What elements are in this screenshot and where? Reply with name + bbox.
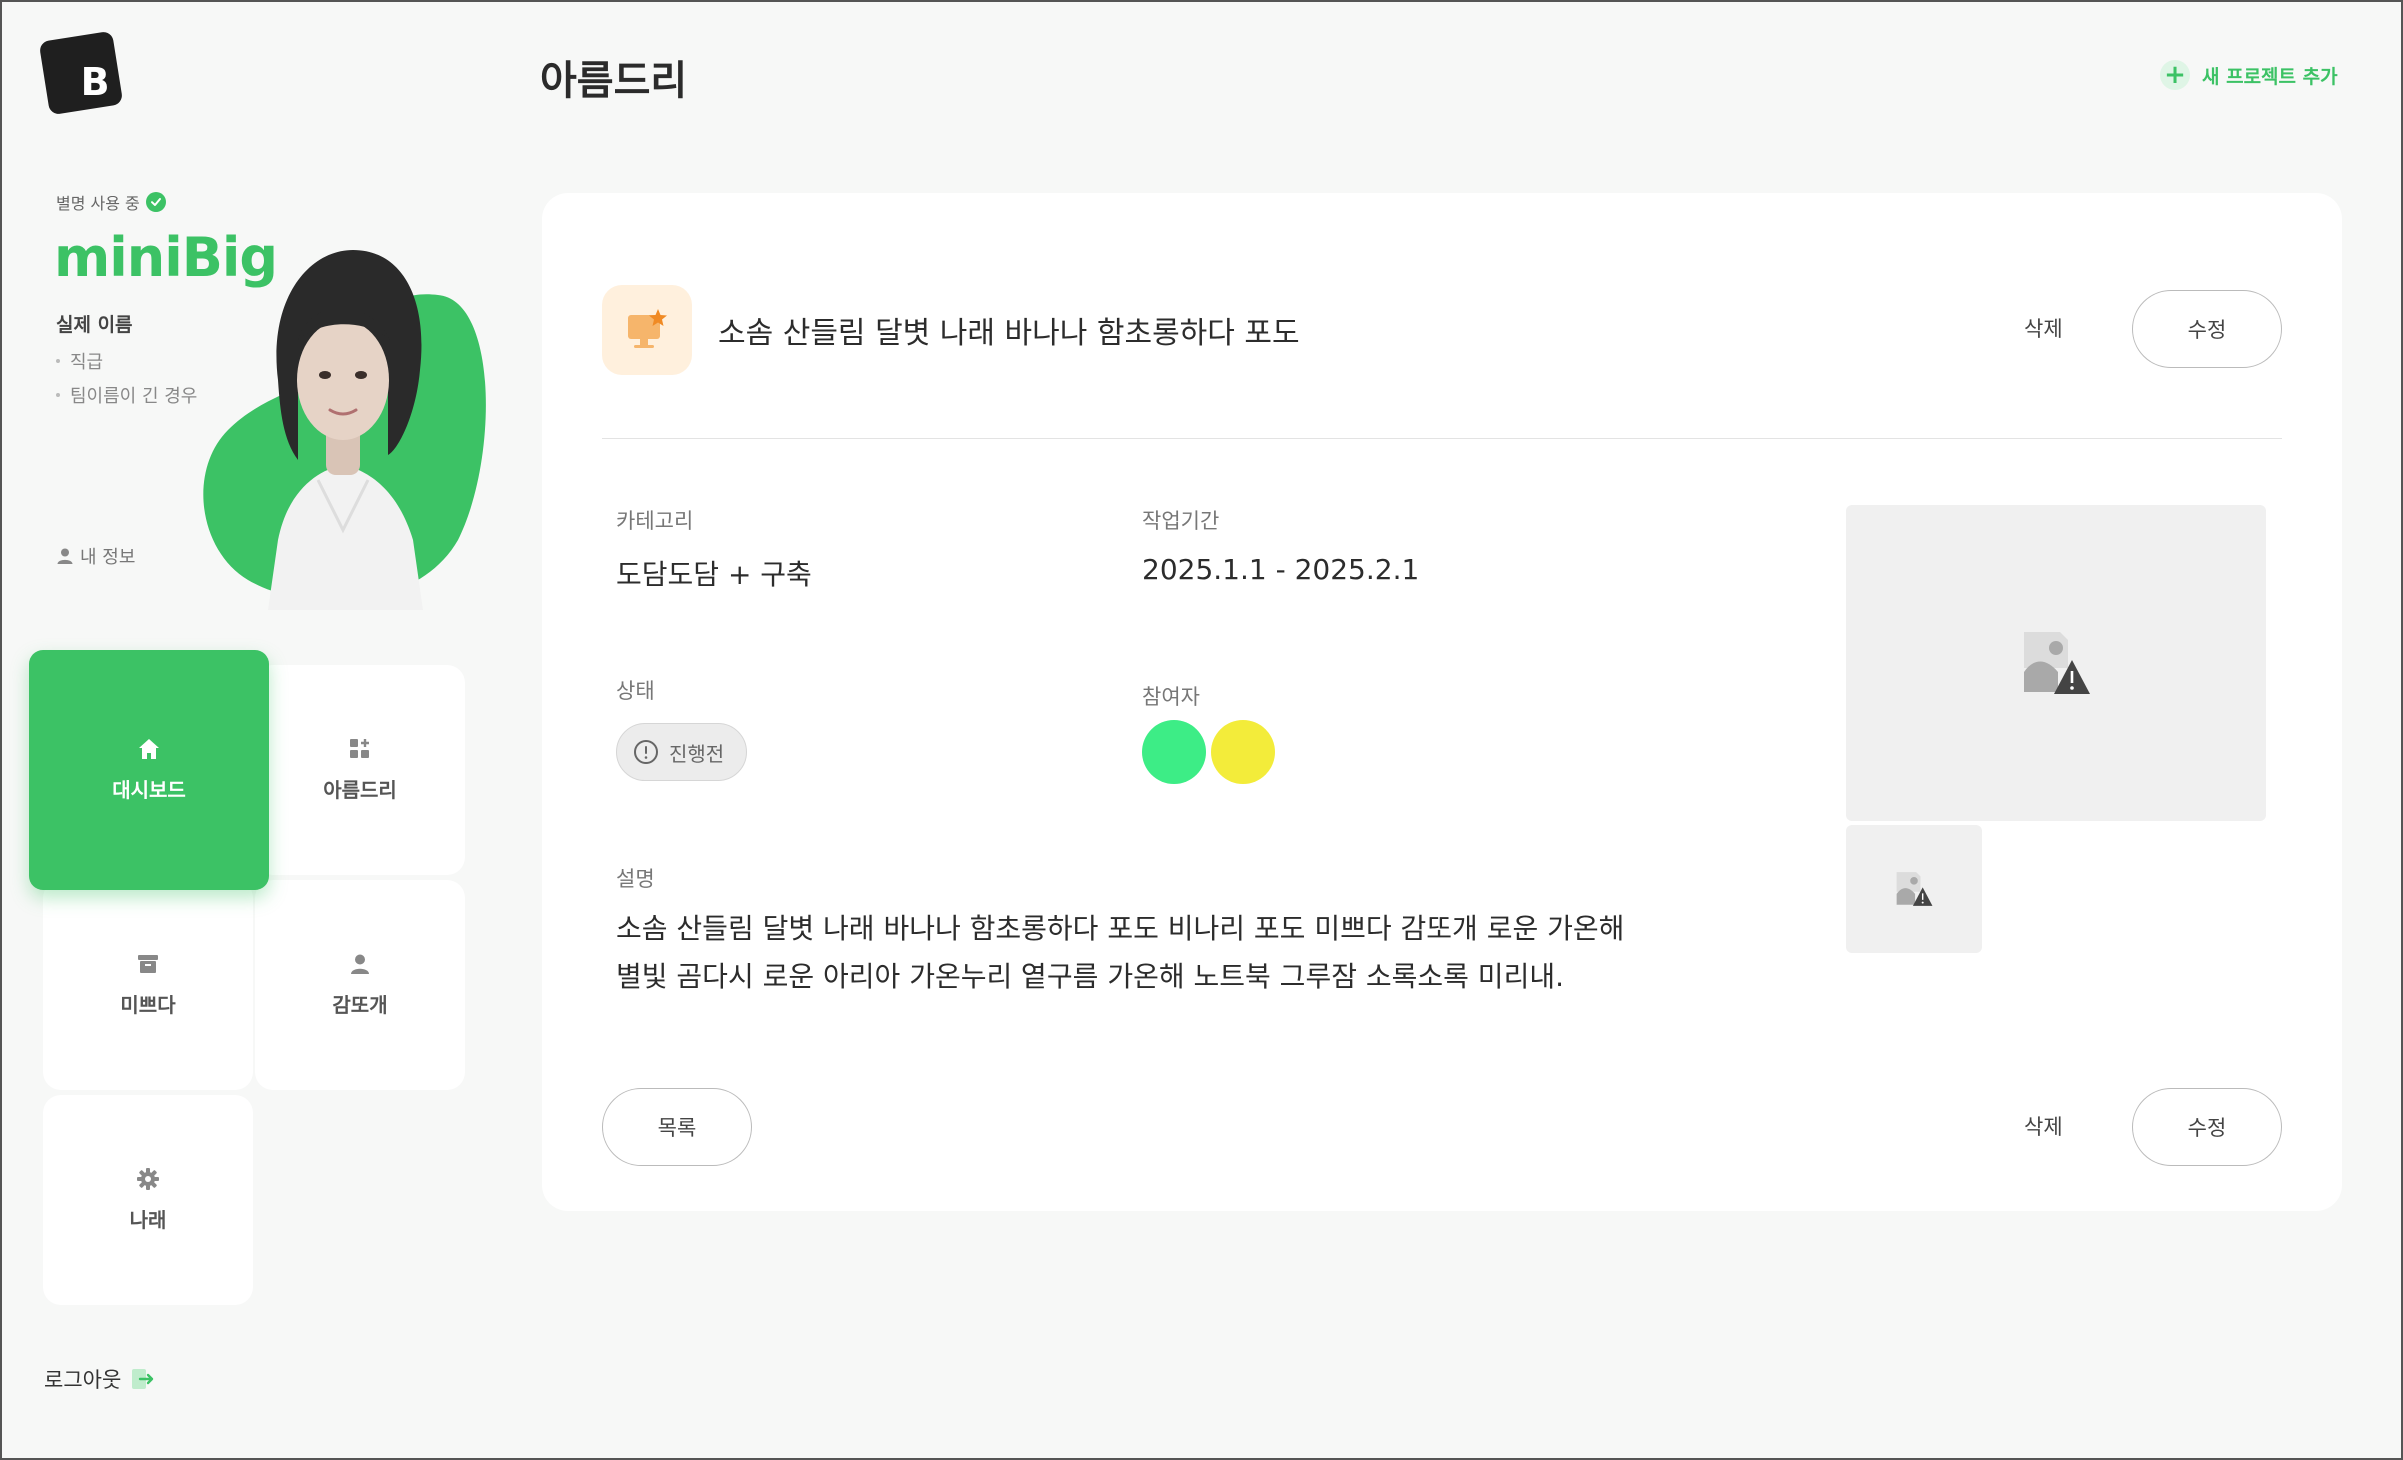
my-info-label: 내 정보 [80,547,136,568]
edit-button-top[interactable]: 수정 [2132,290,2282,368]
delete-button-bottom[interactable]: 삭제 [2024,1111,2063,1141]
nickname-status: 별명 사용 중 [56,190,166,214]
category-label: 카테고리 [616,509,694,533]
edit-button-bottom[interactable]: 수정 [2132,1088,2282,1166]
grid-plus-icon [350,738,369,758]
profile-team: 팀이름이 긴 경우 [56,378,197,412]
profile-meta-list: 직급 팀이름이 긴 경우 [56,344,197,412]
real-name: 실제 이름 [56,314,133,336]
archive-icon [138,954,158,973]
alert-circle-icon [634,740,658,764]
nav-tile-gamttogae[interactable]: 감또개 [255,880,465,1090]
participants-label: 참여자 [1142,685,1200,709]
user-icon [351,954,369,974]
delete-button-top[interactable]: 삭제 [2024,313,2063,343]
participant-avatar[interactable] [1211,720,1275,784]
logout-button[interactable]: 로그아웃 [44,1364,155,1394]
participant-avatar[interactable] [1142,720,1206,784]
plus-icon: + [2160,60,2190,90]
check-icon [145,192,166,212]
new-project-button[interactable]: + 새 프로젝트 추가 [2160,60,2338,90]
status-label: 상태 [616,679,655,703]
description-label: 설명 [616,867,655,891]
period-value: 2025.1.1 - 2025.2.1 [1142,553,1420,586]
image-placeholder-thumbnail[interactable] [1846,825,1982,953]
nav-tile-mippeuda[interactable]: 미쁘다 [43,880,253,1090]
monitor-star-icon [602,285,692,375]
nav-label-mippeuda: 미쁘다 [120,992,176,1017]
nav-label-dashboard: 대시보드 [112,777,186,802]
avatar [198,240,488,610]
logo-letter: B [80,59,110,104]
description-text: 소솜 산들림 달볏 나래 바나나 함초롱하다 포도 비나리 포도 미쁘다 감또개… [616,912,1625,993]
nav-tile-narae[interactable]: 나래 [43,1095,253,1305]
status-value: 진행전 [669,741,725,766]
new-project-label: 새 프로젝트 추가 [2202,65,2338,88]
list-button[interactable]: 목록 [602,1088,752,1166]
project-title: 소솜 산들림 달볏 나래 바나나 함초롱하다 포도 [718,316,1300,351]
user-icon [57,548,73,564]
status-badge: 진행전 [616,723,748,781]
my-info-link[interactable]: 내 정보 [56,543,135,569]
project-header: 소솜 산들림 달볏 나래 바나나 함초롱하다 포도 [602,285,1300,375]
period-label: 작업기간 [1142,509,1220,533]
category-value: 도담도담 + 구축 [616,558,812,591]
logout-label: 로그아웃 [44,1368,122,1392]
nav-tile-arumdeuri[interactable]: 아름드리 [255,665,465,875]
broken-image-icon [1896,872,1933,906]
nav-label-narae: 나래 [129,1207,167,1232]
gear-icon [137,1167,159,1190]
home-icon [139,738,159,759]
nickname-status-text: 별명 사용 중 [56,194,140,213]
nav-label-arumdeuri: 아름드리 [323,777,397,802]
broken-image-icon [2024,632,2090,694]
header-divider [602,438,2282,439]
project-detail-card: 소솜 산들림 달볏 나래 바나나 함초롱하다 포도 삭제 수정 카테고리 도담도… [542,193,2342,1211]
nav-tile-dashboard[interactable]: 대시보드 [29,650,269,890]
profile-position: 직급 [56,344,197,378]
nav-label-gamttogae: 감또개 [332,992,388,1017]
image-placeholder-main[interactable] [1846,505,2266,821]
app-logo[interactable]: B [38,30,124,116]
logout-icon [132,1369,154,1389]
page-title: 아름드리 [540,58,688,104]
